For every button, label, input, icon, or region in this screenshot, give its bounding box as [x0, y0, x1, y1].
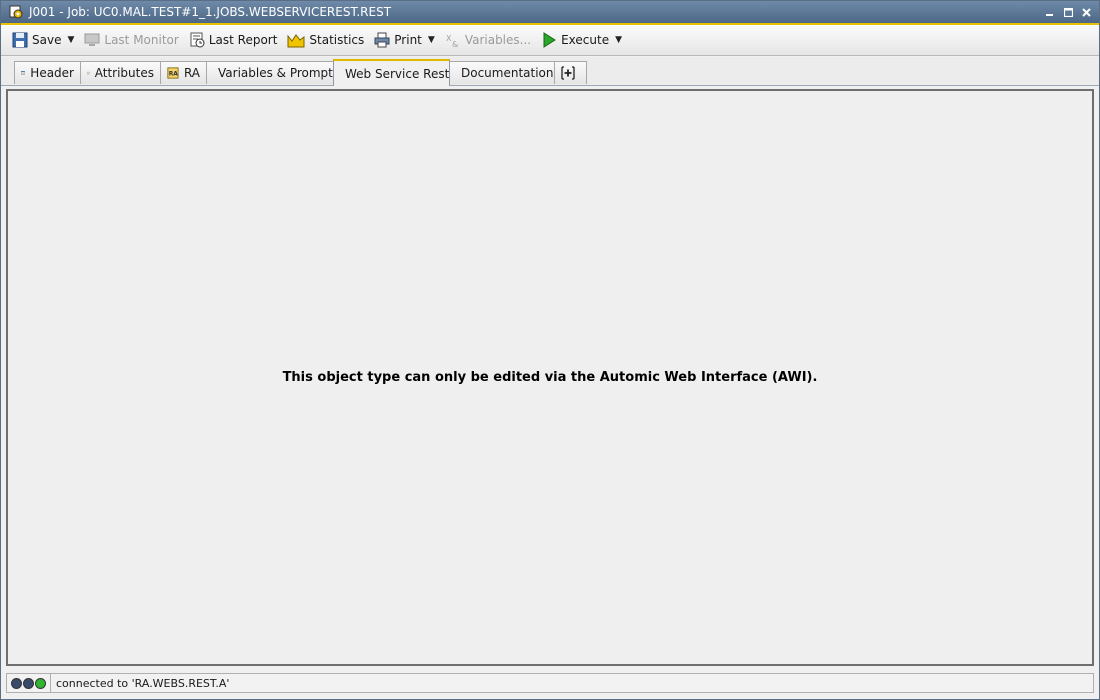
print-button[interactable]: Print ▼	[371, 29, 438, 51]
statistics-icon	[287, 34, 305, 48]
tab-attributes-label: Attributes	[94, 66, 154, 80]
tab-documentation-label: Documentation	[461, 66, 554, 80]
save-dropdown-icon[interactable]: ▼	[67, 35, 74, 45]
execute-label: Execute	[561, 33, 610, 47]
connection-indicator	[7, 674, 51, 692]
execute-dropdown-icon[interactable]: ▼	[615, 35, 622, 45]
tab-documentation[interactable]: Documentation	[449, 61, 555, 84]
tab-header-label: Header	[30, 66, 74, 80]
awi-only-message: This object type can only be edited via …	[282, 370, 818, 385]
tab-attributes[interactable]: Attributes	[80, 61, 161, 84]
variables-button[interactable]: X & Variables...	[442, 29, 534, 51]
status-light-icon	[23, 677, 34, 689]
title-bar: J001 - Job: UC0.MAL.TEST#1_1.JOBS.WEBSER…	[1, 1, 1099, 25]
svg-text:&: &	[452, 40, 458, 48]
ra-icon: RA	[167, 67, 179, 79]
status-light-icon	[35, 677, 46, 689]
tab-web-service-rest[interactable]: RA Web Service Rest	[333, 59, 450, 86]
save-label: Save	[32, 33, 62, 47]
report-icon	[190, 32, 205, 48]
close-button[interactable]	[1079, 5, 1093, 19]
last-monitor-button[interactable]: Last Monitor	[81, 29, 181, 51]
header-icon	[21, 71, 25, 75]
tab-web-service-rest-label: Web Service Rest	[345, 66, 450, 81]
tab-variables-prompts-label: Variables & Prompts	[218, 66, 340, 80]
editor-panel: This object type can only be edited via …	[6, 89, 1094, 666]
monitor-icon	[84, 33, 100, 46]
statistics-label: Statistics	[309, 33, 365, 47]
print-label: Print	[394, 33, 422, 47]
variables-label: Variables...	[464, 33, 532, 47]
tab-header[interactable]: Header	[14, 61, 81, 84]
toolbar: Save ▼ Last Monitor Last Report Statisti…	[1, 25, 1099, 56]
status-bar: connected to 'RA.WEBS.REST.A'	[6, 673, 1094, 693]
add-tab-button[interactable]	[554, 61, 587, 84]
tab-ra[interactable]: RA RA	[160, 61, 207, 84]
maximize-button[interactable]	[1061, 5, 1075, 19]
execute-button[interactable]: Execute ▼	[538, 29, 625, 51]
save-button[interactable]: Save ▼	[9, 29, 77, 51]
tab-variables-prompts[interactable]: x Variables & Prompts	[206, 61, 339, 84]
attributes-icon	[87, 71, 90, 75]
statistics-button[interactable]: Statistics	[284, 29, 367, 51]
window-title: J001 - Job: UC0.MAL.TEST#1_1.JOBS.WEBSER…	[29, 5, 392, 19]
variables-icon: X &	[446, 34, 458, 48]
print-dropdown-icon[interactable]: ▼	[428, 35, 435, 45]
minimize-button[interactable]	[1043, 5, 1057, 19]
status-light-icon	[11, 677, 22, 689]
last-monitor-label: Last Monitor	[104, 33, 179, 47]
last-report-label: Last Report	[208, 33, 278, 47]
play-icon	[543, 32, 557, 48]
application-window: J001 - Job: UC0.MAL.TEST#1_1.JOBS.WEBSER…	[0, 0, 1100, 700]
add-tab-icon	[561, 66, 575, 80]
save-icon	[12, 32, 28, 48]
last-report-button[interactable]: Last Report	[186, 29, 281, 51]
print-icon	[374, 32, 390, 48]
tab-bar: Header Attributes RA RA x Varia	[1, 57, 1099, 86]
svg-text:RA: RA	[169, 71, 179, 78]
tab-ra-label: RA	[183, 66, 200, 80]
job-icon	[9, 5, 23, 19]
connection-status-text: connected to 'RA.WEBS.REST.A'	[56, 676, 230, 690]
